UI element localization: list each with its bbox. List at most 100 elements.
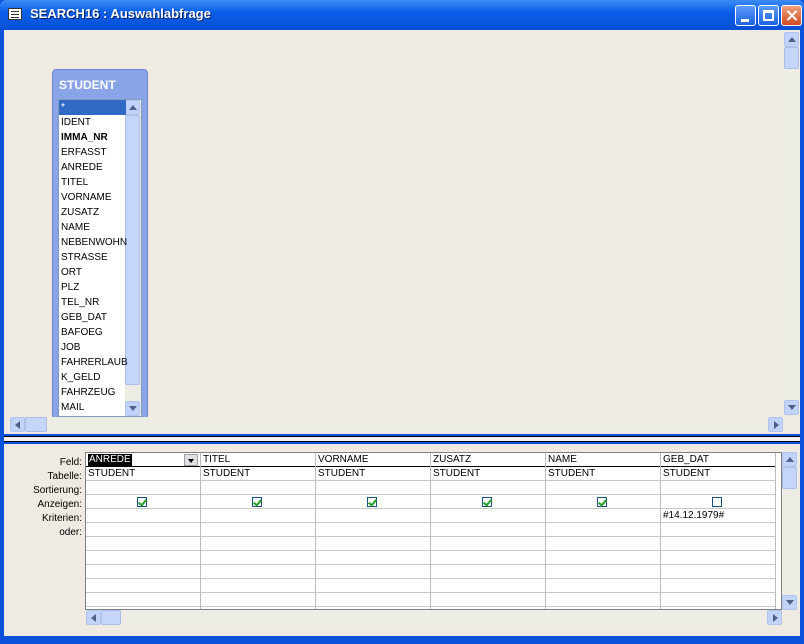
- scroll-thumb[interactable]: [782, 467, 797, 489]
- scroll-down-button[interactable]: [125, 401, 140, 416]
- grid-cell-sortierung[interactable]: [661, 481, 775, 495]
- grid-cell-empty[interactable]: [201, 565, 315, 579]
- grid-cell-oder[interactable]: [661, 523, 775, 537]
- field-item[interactable]: PLZ: [59, 280, 126, 295]
- field-item[interactable]: ERFASST: [59, 145, 126, 160]
- grid-cell-anzeigen[interactable]: [431, 495, 545, 509]
- scroll-down-button[interactable]: [782, 595, 797, 610]
- show-checkbox[interactable]: [137, 497, 147, 507]
- grid-cell-empty[interactable]: [431, 565, 545, 579]
- grid-cell-feld[interactable]: VORNAME: [316, 453, 430, 467]
- maximize-button[interactable]: [758, 5, 779, 26]
- field-item[interactable]: TEL_NR: [59, 295, 126, 310]
- dropdown-arrow-icon[interactable]: [184, 454, 198, 466]
- diagram-horizontal-scrollbar[interactable]: [8, 417, 784, 432]
- title-bar[interactable]: SEARCH16 : Auswahlabfrage: [0, 0, 804, 30]
- grid-cell-empty[interactable]: [431, 551, 545, 565]
- minimize-button[interactable]: [735, 5, 756, 26]
- grid-cell-empty[interactable]: [546, 565, 660, 579]
- grid-cell-oder[interactable]: [201, 523, 315, 537]
- grid-cell-empty[interactable]: [546, 551, 660, 565]
- grid-cell-tabelle[interactable]: STUDENT: [86, 467, 200, 481]
- field-item[interactable]: K_GELD: [59, 370, 126, 385]
- grid-cell-anzeigen[interactable]: [201, 495, 315, 509]
- grid-cell-feld[interactable]: ANREDE: [86, 453, 200, 467]
- scroll-up-button[interactable]: [782, 452, 797, 467]
- grid-cell-feld[interactable]: TITEL: [201, 453, 315, 467]
- grid-cell-empty[interactable]: [86, 551, 200, 565]
- table-diagram-pane[interactable]: STUDENT * IDENT IMMA_NR ERFASST ANREDE TITEL V…: [4, 30, 800, 434]
- field-item[interactable]: TITEL: [59, 175, 126, 190]
- field-item[interactable]: VORNAME: [59, 190, 126, 205]
- grid-cell-sortierung[interactable]: [86, 481, 200, 495]
- grid-cell-empty[interactable]: [201, 551, 315, 565]
- field-item[interactable]: ANREDE: [59, 160, 126, 175]
- grid-cell-tabelle[interactable]: STUDENT: [546, 467, 660, 481]
- field-item[interactable]: JOB: [59, 340, 126, 355]
- grid-cell-empty[interactable]: [86, 565, 200, 579]
- field-item[interactable]: *: [59, 100, 126, 115]
- scroll-right-button[interactable]: [768, 417, 783, 432]
- pane-splitter[interactable]: [4, 436, 800, 442]
- grid-vertical-scrollbar[interactable]: [782, 452, 798, 610]
- grid-cell-kriterien[interactable]: #14.12.1979#: [661, 509, 775, 523]
- grid-cell-tabelle[interactable]: STUDENT: [431, 467, 545, 481]
- grid-cell-empty[interactable]: [316, 565, 430, 579]
- grid-cell-empty[interactable]: [201, 537, 315, 551]
- grid-horizontal-scrollbar[interactable]: [86, 610, 782, 625]
- grid-cell-empty[interactable]: [546, 579, 660, 593]
- grid-cell-empty[interactable]: [661, 551, 775, 565]
- grid-cell-kriterien[interactable]: [316, 509, 430, 523]
- grid-cell-anzeigen[interactable]: [86, 495, 200, 509]
- grid-cell-oder[interactable]: [316, 523, 430, 537]
- scroll-up-button[interactable]: [125, 100, 140, 115]
- grid-cell-empty[interactable]: [316, 579, 430, 593]
- query-icon[interactable]: [8, 8, 22, 20]
- grid-cell-sortierung[interactable]: [201, 481, 315, 495]
- grid-cell-tabelle[interactable]: STUDENT: [661, 467, 775, 481]
- show-checkbox[interactable]: [712, 497, 722, 507]
- show-checkbox[interactable]: [482, 497, 492, 507]
- grid-cell-kriterien[interactable]: [431, 509, 545, 523]
- field-item[interactable]: NAME: [59, 220, 126, 235]
- grid-cell-empty[interactable]: [546, 593, 660, 607]
- show-checkbox[interactable]: [252, 497, 262, 507]
- scroll-thumb[interactable]: [784, 47, 799, 69]
- field-item[interactable]: GEB_DAT: [59, 310, 126, 325]
- scroll-left-button[interactable]: [86, 610, 101, 625]
- grid-cell-anzeigen[interactable]: [661, 495, 775, 509]
- field-item[interactable]: ORT: [59, 265, 126, 280]
- grid-cell-oder[interactable]: [86, 523, 200, 537]
- table-student[interactable]: STUDENT * IDENT IMMA_NR ERFASST ANREDE TITEL V…: [52, 69, 148, 421]
- scroll-left-button[interactable]: [10, 417, 25, 432]
- scroll-down-button[interactable]: [784, 400, 799, 415]
- scroll-thumb[interactable]: [25, 417, 47, 432]
- show-checkbox[interactable]: [597, 497, 607, 507]
- grid-cell-oder[interactable]: [431, 523, 545, 537]
- field-item[interactable]: BAFOEG: [59, 325, 126, 340]
- close-button[interactable]: [781, 5, 802, 26]
- grid-cell-empty[interactable]: [86, 593, 200, 607]
- grid-cell-empty[interactable]: [661, 579, 775, 593]
- grid-cell-empty[interactable]: [86, 537, 200, 551]
- grid-cell-kriterien[interactable]: [86, 509, 200, 523]
- grid-cell-tabelle[interactable]: STUDENT: [201, 467, 315, 481]
- grid-cell-sortierung[interactable]: [546, 481, 660, 495]
- grid-cell-anzeigen[interactable]: [546, 495, 660, 509]
- scroll-up-button[interactable]: [784, 32, 799, 47]
- grid-cell-empty[interactable]: [661, 593, 775, 607]
- grid-cell-empty[interactable]: [661, 565, 775, 579]
- grid-cell-empty[interactable]: [316, 551, 430, 565]
- grid-cell-empty[interactable]: [86, 579, 200, 593]
- field-list[interactable]: * IDENT IMMA_NR ERFASST ANREDE TITEL VORNAME ZU…: [58, 99, 142, 417]
- grid-cell-sortierung[interactable]: [316, 481, 430, 495]
- grid-cell-feld[interactable]: GEB_DAT: [661, 453, 775, 467]
- grid-cell-kriterien[interactable]: [546, 509, 660, 523]
- grid-cell-feld[interactable]: NAME: [546, 453, 660, 467]
- grid-cell-empty[interactable]: [316, 537, 430, 551]
- grid-cell-oder[interactable]: [546, 523, 660, 537]
- field-item[interactable]: FAHRZEUG: [59, 385, 126, 400]
- grid-cell-feld[interactable]: ZUSATZ: [431, 453, 545, 467]
- grid-cell-empty[interactable]: [201, 579, 315, 593]
- grid-cell-empty[interactable]: [546, 537, 660, 551]
